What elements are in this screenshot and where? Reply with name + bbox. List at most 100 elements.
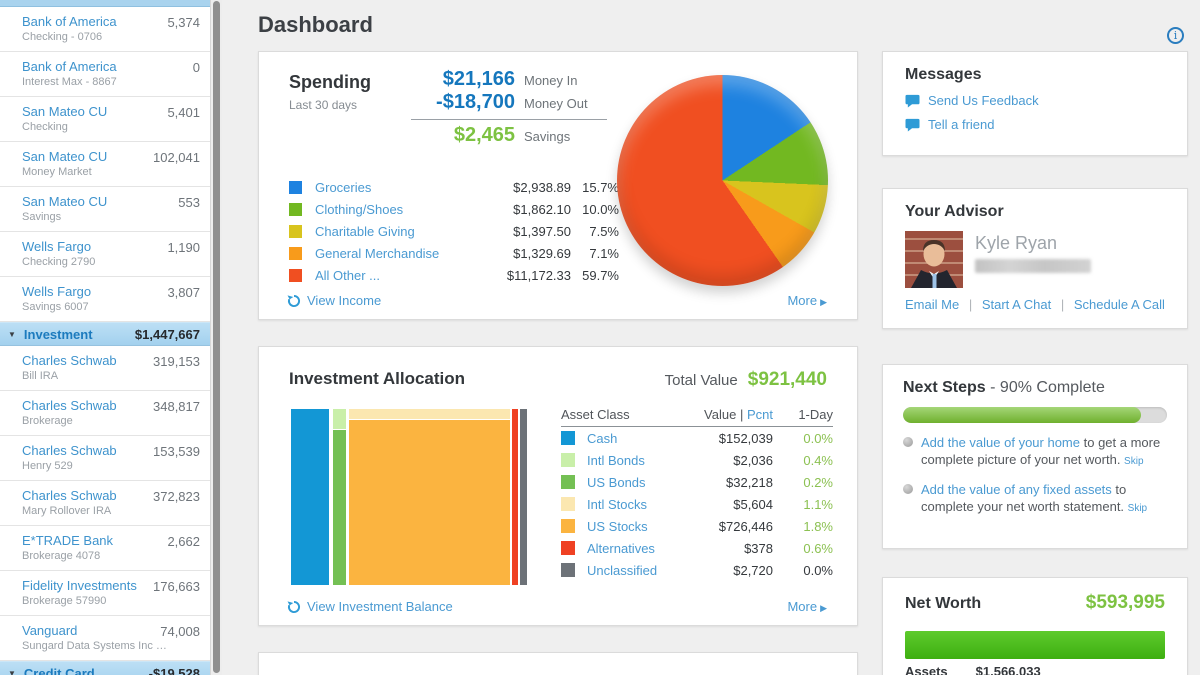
account-row[interactable]: San Mateo CU Checking 5,401: [0, 97, 210, 142]
asset-row: US Stocks $726,446 1.8%: [561, 515, 833, 537]
money-in-value: $21,166: [411, 68, 515, 91]
one-day-header: 1-Day: [773, 407, 833, 424]
sidebar-scrollbar[interactable]: [210, 0, 222, 675]
account-row[interactable]: Vanguard Sungard Data Systems Inc S... 7…: [0, 616, 210, 661]
account-row[interactable]: Charles Schwab Henry 529 153,539: [0, 436, 210, 481]
arrow-right-icon: ▶: [820, 603, 827, 613]
asset-value: $726,446: [687, 519, 773, 534]
scrollbar-thumb[interactable]: [213, 1, 220, 673]
category-percent: 15.7%: [571, 180, 619, 195]
mekko-column: [333, 409, 346, 585]
account-row[interactable]: Charles Schwab Bill IRA 319,153: [0, 346, 210, 391]
category-percent: 59.7%: [571, 268, 619, 283]
account-row[interactable]: Fidelity Investments Brokerage 57990 176…: [0, 571, 210, 616]
bullet-icon: [903, 437, 913, 447]
mekko-column: [349, 409, 510, 585]
asset-one-day-percent: 0.0%: [773, 563, 833, 578]
value-pcnt-header: Value | Pcnt: [663, 407, 773, 424]
asset-class-link[interactable]: Cash: [587, 431, 687, 446]
asset-class-link[interactable]: Unclassified: [587, 563, 687, 578]
net-worth-bar: [905, 631, 1165, 659]
account-row[interactable]: Wells Fargo Checking 2790 1,190: [0, 232, 210, 277]
allocation-rows: Cash $152,039 0.0% Intl Bonds $2,036 0.4…: [561, 427, 833, 581]
view-balance-label: View Investment Balance: [307, 599, 453, 614]
account-balance: 74,008: [160, 624, 200, 639]
message-link[interactable]: Tell a friend: [905, 117, 1165, 132]
skip-link[interactable]: Skip: [1128, 503, 1147, 514]
next-step-item: Add the value of any fixed assets to com…: [903, 481, 1167, 517]
partial-card: [258, 652, 858, 675]
category-link[interactable]: Charitable Giving: [315, 224, 493, 239]
next-steps-list: Add the value of your home to get a more…: [903, 434, 1167, 517]
category-link[interactable]: All Other ...: [315, 268, 493, 283]
message-link[interactable]: Send Us Feedback: [905, 93, 1165, 108]
advisor-card: Your Advisor Kyle: [882, 188, 1188, 329]
asset-one-day-percent: 0.4%: [773, 453, 833, 468]
category-link[interactable]: Clothing/Shoes: [315, 202, 493, 217]
legend-swatch: [289, 203, 302, 216]
asset-class-link[interactable]: Intl Bonds: [587, 453, 687, 468]
schedule-a-call-link[interactable]: Schedule A Call: [1074, 297, 1165, 312]
net-worth-card: Net Worth $593,995 Assets $1,566,033: [882, 577, 1188, 675]
account-row[interactable]: Charles Schwab Mary Rollover IRA 372,823: [0, 481, 210, 526]
asset-swatch: [561, 519, 575, 533]
spending-more-link[interactable]: More▶: [787, 293, 827, 308]
sidebar-group-credit-card[interactable]: ▼ Credit Card -$19,528: [0, 661, 210, 675]
assets-label: Assets: [905, 664, 948, 675]
asset-class-link[interactable]: Intl Stocks: [587, 497, 687, 512]
info-icon[interactable]: i: [1167, 27, 1184, 44]
email-me-link[interactable]: Email Me: [905, 297, 959, 312]
asset-row: Cash $152,039 0.0%: [561, 427, 833, 449]
asset-class-header: Asset Class: [561, 407, 663, 424]
view-income-link[interactable]: View Income: [287, 293, 381, 308]
legend-row: Groceries $2,938.89 15.7%: [289, 176, 619, 198]
skip-link[interactable]: Skip: [1124, 456, 1143, 467]
asset-class-link[interactable]: US Bonds: [587, 475, 687, 490]
allocation-more-link[interactable]: More▶: [787, 599, 827, 614]
asset-value: $2,036: [687, 453, 773, 468]
chat-bubble-icon: [905, 94, 920, 108]
group-total: $1,447,667: [135, 327, 200, 342]
account-row[interactable]: Bank of America Interest Max - 8867 0: [0, 52, 210, 97]
asset-row: Alternatives $378 0.6%: [561, 537, 833, 559]
mekko-segment: [333, 430, 346, 585]
start-a-chat-link[interactable]: Start A Chat: [982, 297, 1051, 312]
category-link[interactable]: General Merchandise: [315, 246, 493, 261]
legend-row: All Other ... $11,172.33 59.7%: [289, 264, 619, 286]
category-percent: 7.1%: [571, 246, 619, 261]
asset-one-day-percent: 1.1%: [773, 497, 833, 512]
view-investment-balance-link[interactable]: View Investment Balance: [287, 599, 453, 614]
asset-one-day-percent: 1.8%: [773, 519, 833, 534]
header-separator: |: [740, 407, 743, 422]
account-row[interactable]: Wells Fargo Savings 6007 3,807: [0, 277, 210, 322]
allocation-mekko[interactable]: [291, 409, 527, 585]
investment-accounts-list: Charles Schwab Bill IRA 319,153 Charles …: [0, 346, 210, 661]
next-step-link[interactable]: Add the value of your home: [921, 435, 1080, 450]
category-link[interactable]: Groceries: [315, 180, 493, 195]
account-row[interactable]: E*TRADE Bank Brokerage 4078 2,662: [0, 526, 210, 571]
asset-value: $5,604: [687, 497, 773, 512]
next-step-link[interactable]: Add the value of any fixed assets: [921, 482, 1112, 497]
asset-class-link[interactable]: Alternatives: [587, 541, 687, 556]
pcnt-header-link[interactable]: Pcnt: [747, 407, 773, 422]
account-row[interactable]: Bank of America Checking - 0706 5,374: [0, 7, 210, 52]
account-balance: 348,817: [153, 399, 200, 414]
spending-pie[interactable]: [617, 75, 828, 286]
savings-value: $2,465: [411, 124, 515, 147]
account-row[interactable]: San Mateo CU Money Market 102,041: [0, 142, 210, 187]
spending-subtitle: Last 30 days: [289, 98, 357, 112]
advisor-name: Kyle Ryan: [975, 233, 1057, 254]
net-worth-value: $593,995: [1086, 592, 1165, 614]
group-label: Investment: [24, 327, 135, 342]
asset-class-link[interactable]: US Stocks: [587, 519, 687, 534]
account-row[interactable]: Charles Schwab Brokerage 348,817: [0, 391, 210, 436]
account-subtitle: Brokerage: [22, 414, 172, 428]
main-content: Dashboard i Spending Last 30 days $21,16…: [222, 0, 1200, 675]
sidebar-group-investment[interactable]: ▼ Investment $1,447,667: [0, 322, 210, 346]
account-subtitle: Savings: [22, 210, 172, 224]
advisor-phone-redacted: [975, 259, 1091, 273]
account-row[interactable]: San Mateo CU Savings 553: [0, 187, 210, 232]
spending-card: Spending Last 30 days $21,166 Money In -…: [258, 51, 858, 320]
more-label: More: [787, 293, 817, 308]
asset-row: Intl Stocks $5,604 1.1%: [561, 493, 833, 515]
